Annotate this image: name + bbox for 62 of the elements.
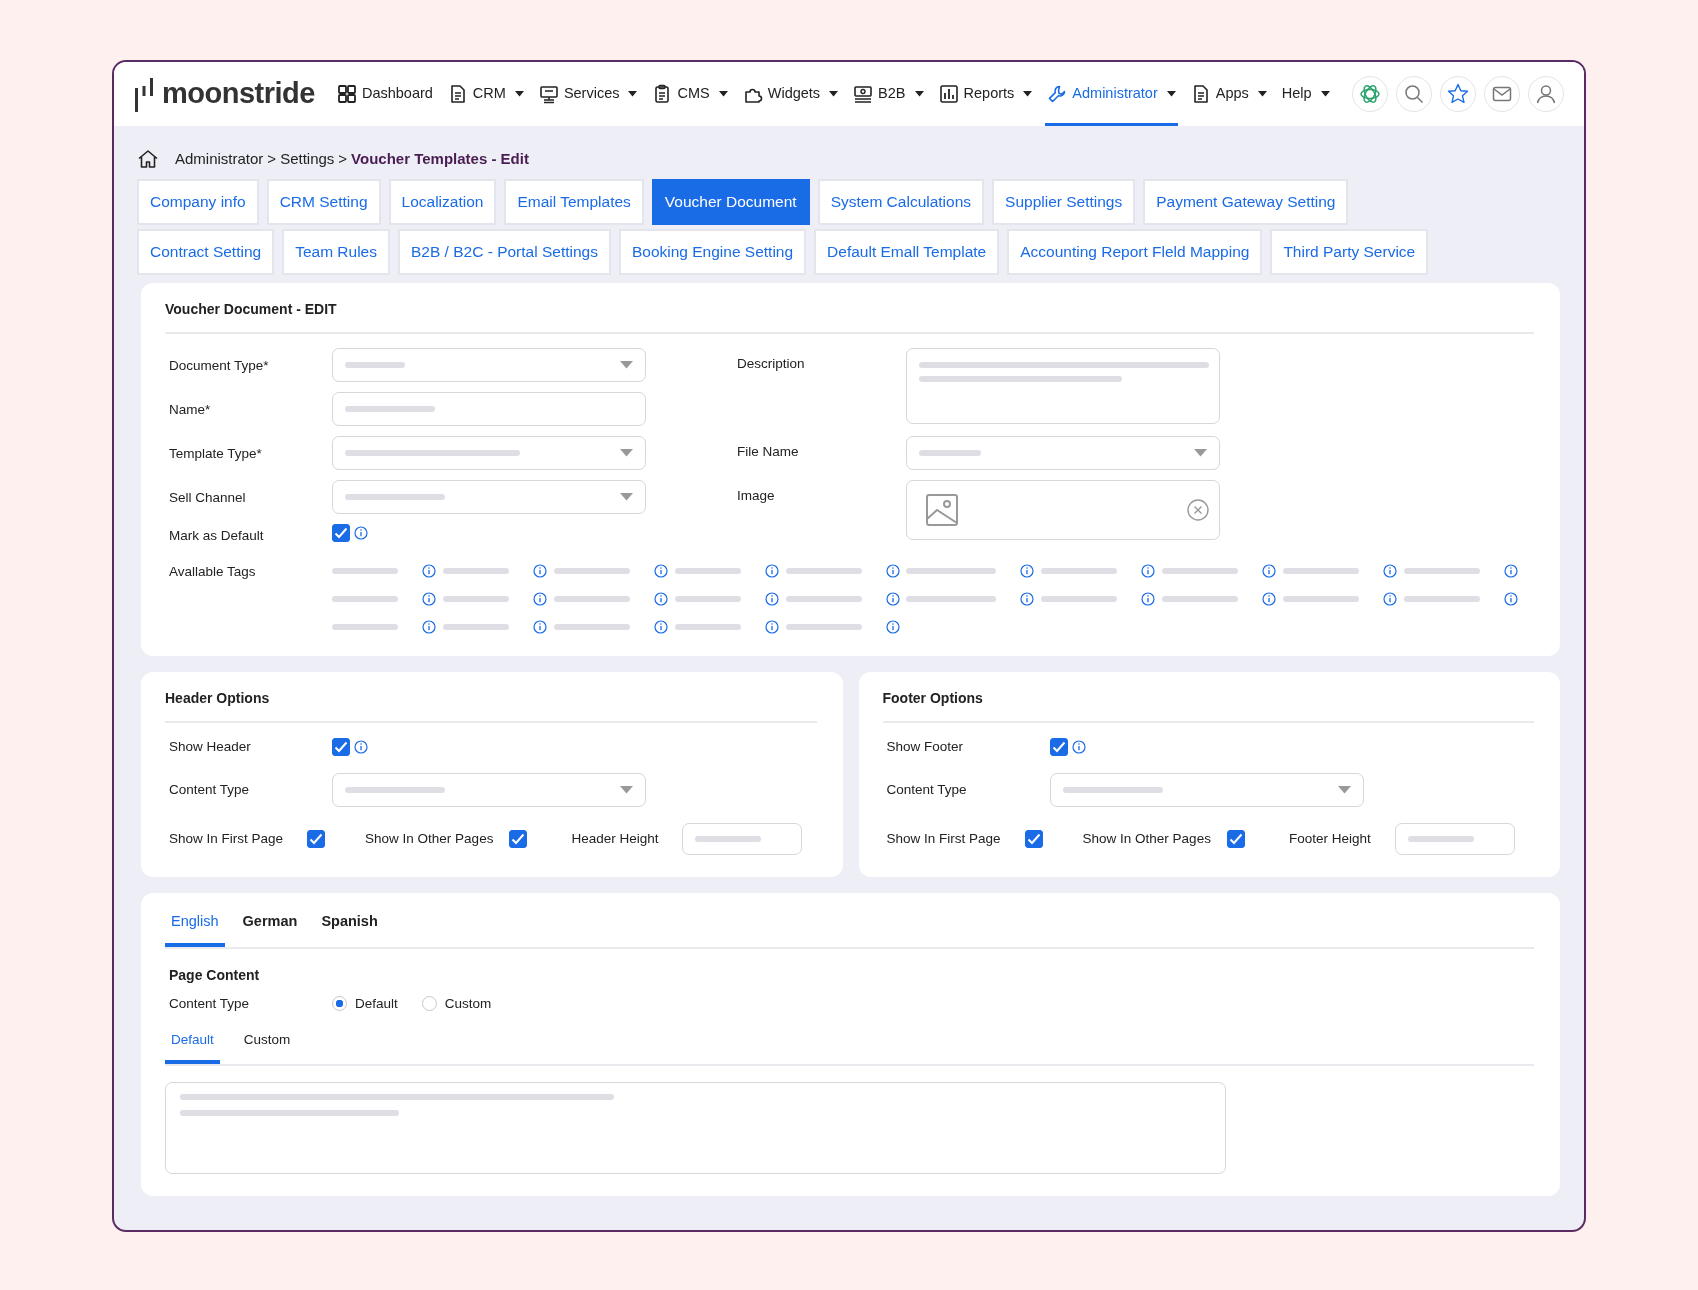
breadcrumb-current: Voucher Templates - Edit [351,149,529,169]
field-label: Content Type [169,994,251,1013]
field-label: Show In First Page [169,829,284,848]
settings-tab[interactable]: Team Rules [282,228,390,275]
field-label: Show In Other Pages [1082,829,1211,848]
settings-tab[interactable]: Email Templates [504,178,644,225]
nav-item[interactable]: CRM [445,62,526,126]
field-label: Content Type [886,780,968,799]
settings-tab[interactable]: CRM Setting [266,178,381,225]
settings-tab[interactable]: Payment Gateway Setting [1143,178,1349,225]
language-tab[interactable]: German [236,911,304,947]
section-title: Page Content [168,965,261,985]
settings-tab[interactable]: Default Emall Template [814,228,1000,275]
nav-item[interactable]: B2B [851,62,926,126]
settings-tab[interactable]: Booking Engine Setting [618,228,807,275]
radio-option[interactable]: Custom [421,993,492,1014]
field-label: File Name [737,442,800,461]
field-label: Show In First Page [886,829,1001,848]
field-label: Name* [169,400,212,419]
field-label: Mark as Default [169,526,265,545]
field-label: Sell Channel [169,488,247,507]
field-label: Footer Height [1288,829,1371,848]
breadcrumb-separator: > [267,149,277,169]
field-label: Avallable Tags [169,562,257,581]
nav-item[interactable]: Apps [1188,62,1269,126]
settings-tab[interactable]: Voucher Document [651,178,810,225]
field-label: Content Type [169,780,251,799]
settings-tab[interactable]: B2B / B2C - Portal Settings [398,228,611,275]
content-tab[interactable]: Custom [231,1030,297,1065]
settings-tab[interactable]: Contract Setting [137,228,275,275]
settings-tab[interactable]: Supplier Settings [992,178,1136,225]
radio-option[interactable]: Default [332,993,398,1014]
field-label: Template Type* [169,444,263,463]
nav-item[interactable]: Dashboard [334,62,435,126]
section-title: Footer Options [882,687,1534,723]
breadcrumb-separator: > [338,149,348,169]
field-label: Show In Other Pages [365,829,494,848]
settings-tab[interactable]: Third Party Service [1270,228,1429,275]
settings-tab[interactable]: Company info [137,178,259,225]
field-label: Show Footer [886,737,965,756]
field-label: Show Header [169,737,252,756]
nav-item[interactable]: Widgets [740,62,841,126]
nav-item[interactable]: Reports [936,62,1035,126]
nav-item[interactable]: Services [536,62,640,126]
section-title: Header Options [165,687,817,723]
field-label: Document Type* [169,356,270,375]
field-label: Image [737,486,776,505]
field-label: Description [737,354,806,373]
logo-text: moonstride [162,76,315,112]
language-tab[interactable]: Spanish [315,911,384,947]
nav-item[interactable]: Help [1279,62,1332,126]
settings-tab[interactable]: Localization [388,178,497,225]
nav-item[interactable]: Administrator [1045,62,1178,126]
content-tab[interactable]: Default [165,1030,220,1065]
breadcrumb-link[interactable]: Administrator [175,148,264,171]
breadcrumb-link[interactable]: Settings [280,148,335,171]
nav-item[interactable]: CMS [650,62,730,126]
field-label: Header Height [571,829,659,848]
settings-tab[interactable]: Accounting Report Fleld Mapping [1007,228,1263,275]
settings-tab[interactable]: System Calculations [817,178,985,225]
language-tab[interactable]: English [165,911,225,947]
section-title: Voucher Document - EDIT [165,298,1534,334]
